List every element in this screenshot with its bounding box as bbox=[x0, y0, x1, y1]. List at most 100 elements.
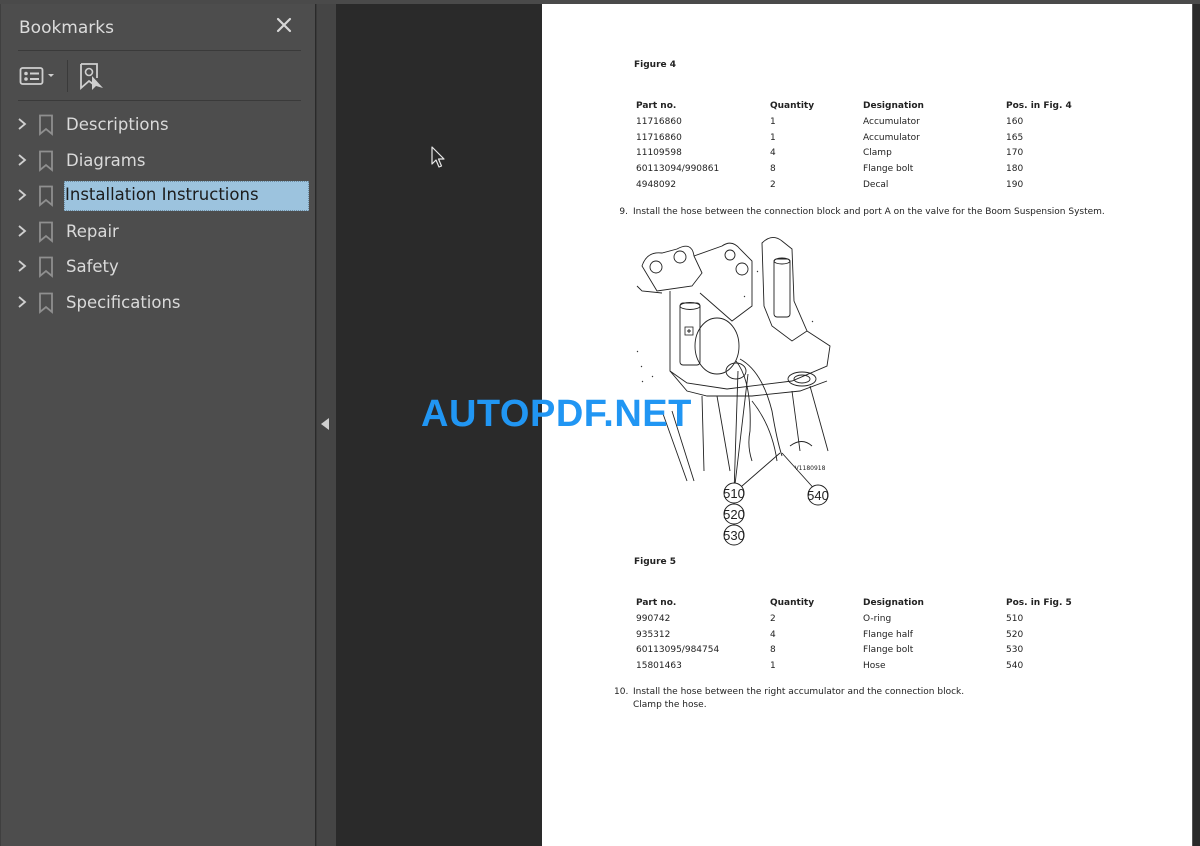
toolbar-divider bbox=[67, 60, 68, 92]
bookmark-icon bbox=[39, 114, 53, 136]
bookmarks-panel: Bookmarks Descriptions Diagrams Installa… bbox=[0, 4, 315, 846]
table-cell: Clamp bbox=[863, 148, 892, 159]
table-row: 4948092 2 Decal 190 bbox=[636, 177, 1096, 193]
step-text: Clamp the hose. bbox=[633, 700, 707, 710]
panel-splitter[interactable] bbox=[316, 4, 336, 846]
table-cell: Accumulator bbox=[863, 116, 920, 127]
table-cell: 990742 bbox=[636, 613, 671, 624]
step-number: 10. bbox=[614, 687, 629, 697]
column-header: Designation bbox=[863, 598, 924, 608]
bookmark-item-descriptions[interactable]: Descriptions bbox=[1, 106, 316, 142]
table-cell: Flange bolt bbox=[863, 645, 914, 656]
divider bbox=[18, 50, 301, 51]
collapse-left-icon[interactable] bbox=[321, 418, 329, 430]
chevron-right-icon[interactable] bbox=[15, 258, 29, 274]
bookmark-label: Repair bbox=[66, 221, 119, 241]
bookmark-search-icon bbox=[80, 63, 103, 90]
table-cell: 60113095/984754 bbox=[636, 645, 720, 656]
column-header: Pos. in Fig. 5 bbox=[1006, 598, 1072, 608]
figure-5-parts-table: Part no. Quantity Designation Pos. in Fi… bbox=[636, 595, 1096, 674]
figure-4-caption: Figure 4 bbox=[634, 60, 677, 70]
table-cell: 170 bbox=[1006, 148, 1024, 159]
list-options-icon bbox=[19, 67, 54, 85]
image-id-label: V1180918 bbox=[795, 465, 826, 472]
table-row: 60113094/990861 8 Flange bolt 180 bbox=[636, 161, 1096, 177]
chevron-right-icon[interactable] bbox=[15, 294, 29, 310]
chevron-right-icon[interactable] bbox=[15, 152, 29, 168]
chevron-right-icon[interactable] bbox=[15, 223, 29, 239]
vertical-scrollbar[interactable] bbox=[1192, 4, 1200, 846]
pdf-page: Figure 4 Part no. Quantity Designation P… bbox=[542, 4, 1192, 846]
panel-title: Bookmarks bbox=[19, 18, 114, 38]
callout-label: 520 bbox=[723, 507, 745, 522]
table-cell: 520 bbox=[1006, 629, 1024, 640]
table-row: 11109598 4 Clamp 170 bbox=[636, 146, 1096, 162]
figure-4-parts-table: Part no. Quantity Designation Pos. in Fi… bbox=[636, 98, 1096, 193]
bookmark-icon bbox=[39, 256, 53, 278]
dropdown-arrow-icon bbox=[48, 74, 54, 77]
table-cell: Flange half bbox=[863, 629, 913, 640]
bookmark-options-button[interactable] bbox=[19, 64, 59, 88]
table-cell: 1 bbox=[770, 661, 776, 672]
bookmark-label: Descriptions bbox=[66, 115, 169, 134]
table-cell: 8 bbox=[770, 164, 776, 175]
table-cell: 540 bbox=[1006, 661, 1024, 672]
document-viewport[interactable]: Figure 4 Part no. Quantity Designation P… bbox=[336, 4, 1200, 846]
bookmark-item-installation-instructions[interactable]: Installation Instructions bbox=[1, 177, 316, 213]
table-row: 15801463 1 Hose 540 bbox=[636, 658, 1096, 674]
bookmark-icon bbox=[39, 185, 53, 207]
column-header: Quantity bbox=[770, 598, 815, 608]
table-cell: 190 bbox=[1006, 180, 1024, 191]
table-cell: 11109598 bbox=[636, 148, 682, 159]
callout-530: 530 bbox=[723, 524, 745, 546]
table-row: 60113095/984754 8 Flange bolt 530 bbox=[636, 643, 1096, 659]
figure-5-diagram: V1180918 510 520 530 540 bbox=[636, 237, 831, 546]
table-cell: Flange bolt bbox=[863, 164, 914, 175]
chevron-right-icon[interactable] bbox=[15, 187, 29, 203]
column-header: Part no. bbox=[636, 101, 677, 111]
table-cell: 11716860 bbox=[636, 116, 682, 127]
step-number: 9. bbox=[619, 207, 628, 217]
table-cell: 2 bbox=[770, 613, 776, 624]
bookmark-item-repair[interactable]: Repair bbox=[1, 213, 316, 249]
divider bbox=[18, 100, 301, 101]
table-cell: 4 bbox=[770, 629, 776, 640]
table-cell: 15801463 bbox=[636, 661, 682, 672]
table-row: 935312 4 Flange half 520 bbox=[636, 627, 1096, 643]
table-cell: 180 bbox=[1006, 164, 1024, 175]
bookmark-item-diagrams[interactable]: Diagrams bbox=[1, 142, 316, 178]
table-cell: 2 bbox=[770, 180, 776, 191]
column-header: Part no. bbox=[636, 598, 677, 608]
table-cell: 165 bbox=[1006, 132, 1024, 143]
chevron-right-icon[interactable] bbox=[15, 116, 29, 132]
table-cell: 1 bbox=[770, 116, 776, 127]
find-current-bookmark-button[interactable] bbox=[79, 62, 105, 92]
close-panel-button[interactable] bbox=[273, 14, 295, 36]
bookmark-label: Installation Instructions bbox=[64, 181, 309, 211]
bookmark-item-specifications[interactable]: Specifications bbox=[1, 284, 316, 320]
figure-5-caption: Figure 5 bbox=[634, 557, 677, 567]
callout-label: 540 bbox=[807, 488, 829, 503]
table-cell: 4948092 bbox=[636, 180, 677, 191]
callout-label: 530 bbox=[723, 528, 745, 543]
table-cell: 510 bbox=[1006, 613, 1024, 624]
column-header: Designation bbox=[863, 101, 924, 111]
table-row: 990742 2 O-ring 510 bbox=[636, 611, 1096, 627]
step-text: Install the hose between the connection … bbox=[633, 207, 1105, 217]
step-text: Install the hose between the right accum… bbox=[633, 687, 965, 697]
bookmark-item-safety[interactable]: Safety bbox=[1, 248, 316, 284]
column-header: Pos. in Fig. 4 bbox=[1006, 101, 1072, 111]
table-cell: 1 bbox=[770, 132, 776, 143]
callout-510: 510 bbox=[723, 482, 745, 504]
bookmark-icon bbox=[39, 221, 53, 243]
bookmark-label: Diagrams bbox=[66, 150, 146, 170]
frame-drawing bbox=[636, 237, 831, 494]
table-cell: 4 bbox=[770, 148, 776, 159]
table-cell: 11716860 bbox=[636, 132, 682, 143]
bookmark-label: Specifications bbox=[66, 292, 181, 312]
table-cell: 160 bbox=[1006, 116, 1024, 127]
table-cell: Hose bbox=[863, 661, 886, 672]
bookmark-label: Safety bbox=[66, 257, 119, 276]
table-row: 11716860 1 Accumulator 160 bbox=[636, 114, 1096, 130]
table-cell: Decal bbox=[863, 180, 889, 191]
